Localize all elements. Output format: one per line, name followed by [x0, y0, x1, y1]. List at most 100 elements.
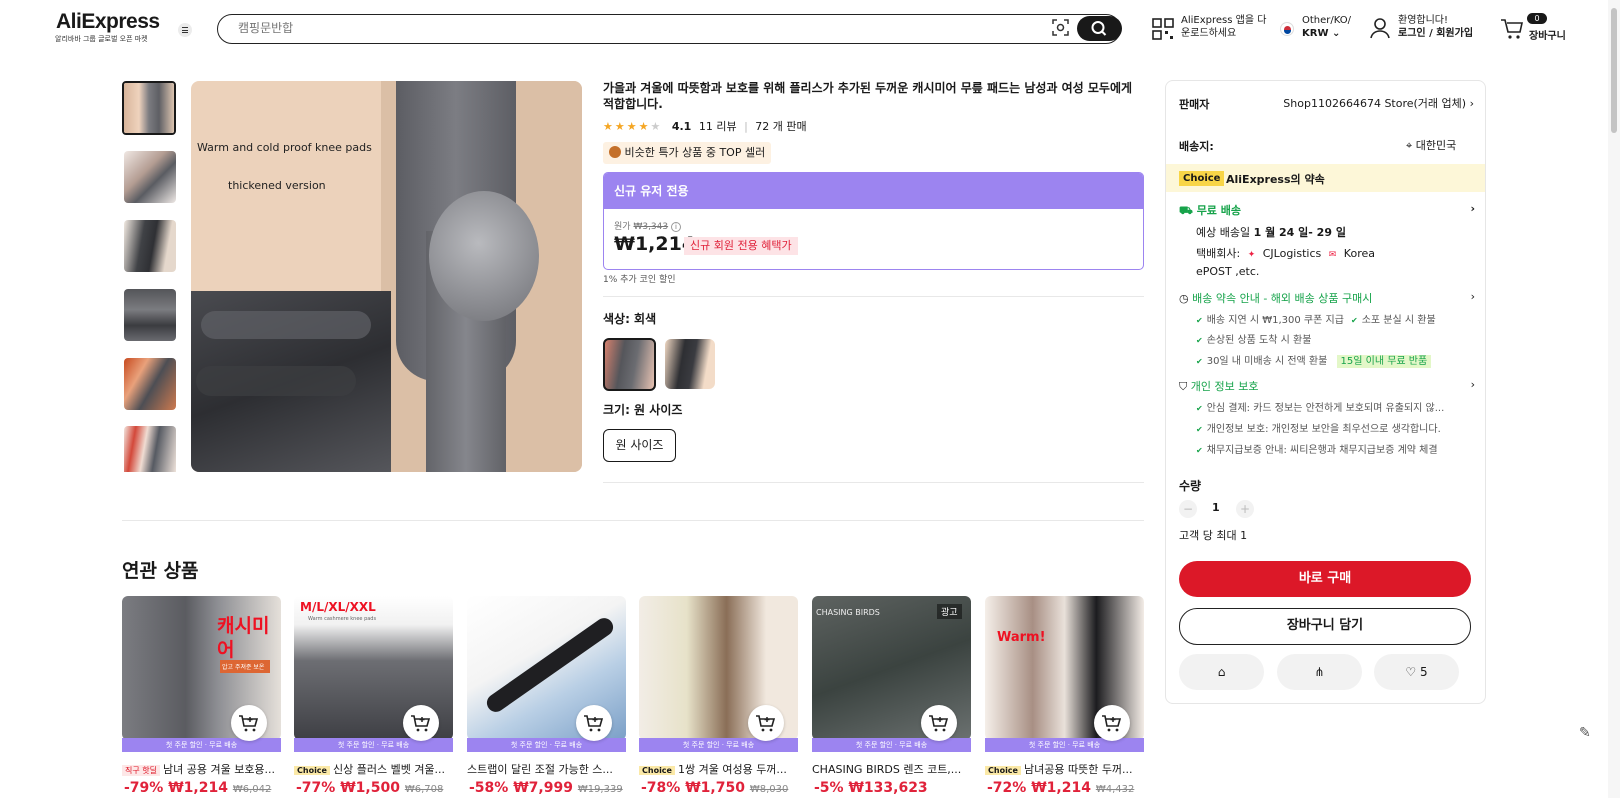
- product-card-title[interactable]: Choice 1쌍 겨울 여성용 두꺼...: [639, 761, 798, 777]
- product-card-title[interactable]: CHASING BIRDS 렌즈 코트,...: [812, 761, 971, 777]
- privacy-row[interactable]: ⛉ 개인 정보 보호 ›: [1179, 378, 1475, 394]
- shield-check-icon: ⛉: [1179, 380, 1188, 393]
- info-icon[interactable]: i: [670, 222, 681, 232]
- product-card-title[interactable]: 직구 핫딜 남녀 공용 겨울 보호용...: [122, 761, 281, 777]
- original-price-row: 원가 ₩3,343 i: [614, 219, 681, 232]
- product-card-title[interactable]: Choice 신상 플러스 벨벳 겨울...: [294, 761, 453, 777]
- carrier-row: 택배회사: ✦ CJLogistics ✉ Korea: [1196, 247, 1375, 260]
- search-bar: [217, 14, 1121, 44]
- product-card-price: -79% ₩1,214 ₩6,042: [124, 780, 272, 796]
- edit-pencil-icon[interactable]: ✎: [1579, 725, 1591, 741]
- add-to-cart-icon[interactable]: [1094, 705, 1130, 741]
- color-option-gray[interactable]: [603, 338, 656, 391]
- shield-clock-icon: ◷: [1179, 292, 1189, 305]
- add-to-cart-icon[interactable]: [748, 705, 784, 741]
- logo-tagline: 알리바바 그룹 글로벌 오픈 마켓: [55, 35, 148, 43]
- share-button[interactable]: ⋔: [1277, 654, 1362, 690]
- category-menu-icon[interactable]: [178, 23, 192, 37]
- image-caption-2: thickened version: [228, 179, 326, 192]
- ship-to-selector[interactable]: ⌖ 대한민국: [1406, 137, 1456, 153]
- scrollbar-thumb[interactable]: [1611, 8, 1617, 133]
- app-download-link[interactable]: AliExpress 앱을 다 운로드하세요: [1181, 14, 1266, 40]
- product-card[interactable]: 첫 주문 할인 · 무료 배송 Choice 1쌍 겨울 여성용 두꺼... -7…: [639, 596, 798, 798]
- product-card-title[interactable]: 스트랩이 달린 조절 가능한 스...: [467, 761, 626, 777]
- cj-logo-icon: ✦: [1247, 250, 1256, 260]
- add-to-cart-icon[interactable]: [231, 705, 267, 741]
- privacy-item: ✔ 개인정보 보호: 개인정보 보안을 최우선으로 생각합니다.: [1196, 424, 1441, 435]
- product-card-price: -72% ₩1,214 ₩4,432: [987, 780, 1135, 796]
- chevron-right-icon: ›: [1470, 290, 1475, 303]
- free-return-badge: 15일 이내 무료 반품: [1336, 355, 1432, 368]
- product-card[interactable]: Warm! 첫 주문 할인 · 무료 배송 Choice 남녀공용 따뜻한 두꺼.…: [985, 596, 1144, 798]
- qty-increase-button[interactable]: +: [1236, 500, 1254, 518]
- reviews-link[interactable]: 11 리뷰: [699, 120, 737, 133]
- product-card-title[interactable]: Choice 남녀공용 따뜻한 두꺼...: [985, 761, 1144, 777]
- page-scrollbar[interactable]: [1608, 0, 1620, 798]
- qty-limit: 고객 당 최대 1: [1179, 529, 1248, 542]
- star-rating-icon: ★★★★★: [603, 120, 663, 133]
- add-to-cart-icon[interactable]: [576, 705, 612, 741]
- wishlist-button[interactable]: ♡ 5: [1374, 654, 1459, 690]
- product-card[interactable]: 캐시미어 압고 주져준 보온 첫 주문 할인 · 무료 배송 직구 핫딜 남녀 공…: [122, 596, 281, 798]
- size-option-one-size[interactable]: 원 사이즈: [603, 429, 676, 462]
- thumbnail-1[interactable]: [122, 81, 176, 135]
- cart-label[interactable]: 장바구니: [1529, 27, 1566, 42]
- add-to-cart-icon[interactable]: [921, 705, 957, 741]
- seller-label: 판매자: [1179, 98, 1210, 111]
- chevron-right-icon: ›: [1470, 202, 1475, 215]
- choice-section: Choice AliExpress의 약속 ⛟ 무료 배송 › 예상 배송일 1…: [1166, 164, 1485, 559]
- free-shipping-row[interactable]: ⛟ 무료 배송 ›: [1179, 202, 1475, 219]
- thumbnail-6[interactable]: [124, 426, 176, 472]
- cart-icon[interactable]: [1500, 18, 1524, 40]
- thumbnail-4[interactable]: [124, 289, 176, 341]
- divider: [122, 520, 1144, 521]
- image-search-icon[interactable]: [1052, 19, 1069, 36]
- thumbnail-5[interactable]: [124, 358, 176, 410]
- product-card-price: -78% ₩1,750 ₩8,030: [641, 780, 789, 796]
- user-icon[interactable]: [1370, 17, 1390, 39]
- product-card-price: -58% ₩7,999 ₩19,339: [469, 780, 623, 796]
- divider: [603, 482, 1144, 483]
- privacy-item: ✔ 채무지급보증 안내: 씨티은행과 채무지급보증 계약 체결: [1196, 445, 1438, 456]
- search-button[interactable]: [1077, 16, 1122, 41]
- aliexpress-logo[interactable]: AliExpress: [56, 10, 160, 34]
- coin-discount: 1% 추가 코인 할인: [603, 275, 676, 285]
- store-button[interactable]: ⌂: [1179, 654, 1264, 690]
- promise-item: ✔ 소포 분실 시 환불: [1351, 315, 1436, 326]
- region-selector[interactable]: Other/KO/ KRW ⌄: [1302, 14, 1351, 40]
- new-user-promo-box: 신규 유저 전용 원가 ₩3,343 i ₩1,214 신규 회원 전용 혜택가: [603, 172, 1144, 270]
- thumbnail-3[interactable]: [124, 220, 176, 272]
- account-link[interactable]: 환영합니다! 로그인 / 회원가입: [1398, 14, 1473, 40]
- seller-name-link[interactable]: Shop1102664674 Store(거래 업체) ›: [1276, 95, 1474, 111]
- product-card-price: -5% ₩133,623: [814, 780, 928, 796]
- color-option-black[interactable]: [665, 339, 715, 389]
- promise-item: ✔ 배송 지연 시 ₩1,300 쿠폰 지급: [1196, 315, 1344, 326]
- medal-icon: [609, 146, 621, 158]
- carrier-etc: ePOST ,etc.: [1196, 265, 1260, 278]
- location-pin-icon: ⌖: [1406, 139, 1413, 152]
- chevron-right-icon: ›: [1470, 378, 1475, 391]
- color-label: 색상: 회색: [603, 312, 657, 326]
- main-product-image[interactable]: Warm and cold proof knee pads thickened …: [191, 81, 582, 472]
- cart-count-badge: 0: [1527, 13, 1547, 24]
- buy-now-button[interactable]: 바로 구매: [1179, 561, 1471, 597]
- add-to-cart-icon[interactable]: [403, 705, 439, 741]
- product-title: 가을과 겨울에 따뜻함과 보호를 위해 플리스가 추가된 두꺼운 캐시미어 무릎…: [603, 81, 1133, 111]
- product-card[interactable]: 첫 주문 할인 · 무료 배송 스트랩이 달린 조절 가능한 스... -58%…: [467, 596, 626, 798]
- choice-promise-title: AliExpress의 약속: [1226, 173, 1325, 186]
- product-card[interactable]: CHASING BIRDS 광고 첫 주문 할인 · 무료 배송 CHASING…: [812, 596, 971, 798]
- share-icon: ⋔: [1314, 665, 1325, 679]
- image-caption-1: Warm and cold proof knee pads: [197, 141, 372, 154]
- product-card[interactable]: M/L/XL/XXL Warm cashmere knee pads 첫 주문 …: [294, 596, 453, 798]
- qr-code-icon[interactable]: [1152, 18, 1174, 40]
- add-to-cart-button[interactable]: 장바구니 담기: [1179, 608, 1471, 645]
- eta-row: 예상 배송일 1 월 24 일- 29 일: [1196, 226, 1346, 239]
- delivery-promise-row[interactable]: ◷ 배송 약속 안내 - 해외 배송 상품 구매시 ›: [1179, 290, 1475, 306]
- top-seller-badge: 비슷한 특가 상품 중 TOP 셀러: [603, 142, 772, 164]
- search-input[interactable]: [238, 21, 998, 35]
- qty-value[interactable]: 1: [1212, 501, 1220, 514]
- qty-decrease-button[interactable]: −: [1179, 500, 1197, 518]
- thumbnail-2[interactable]: [124, 151, 176, 203]
- epost-logo-icon: ✉: [1328, 250, 1337, 260]
- search-icon: [1091, 21, 1107, 36]
